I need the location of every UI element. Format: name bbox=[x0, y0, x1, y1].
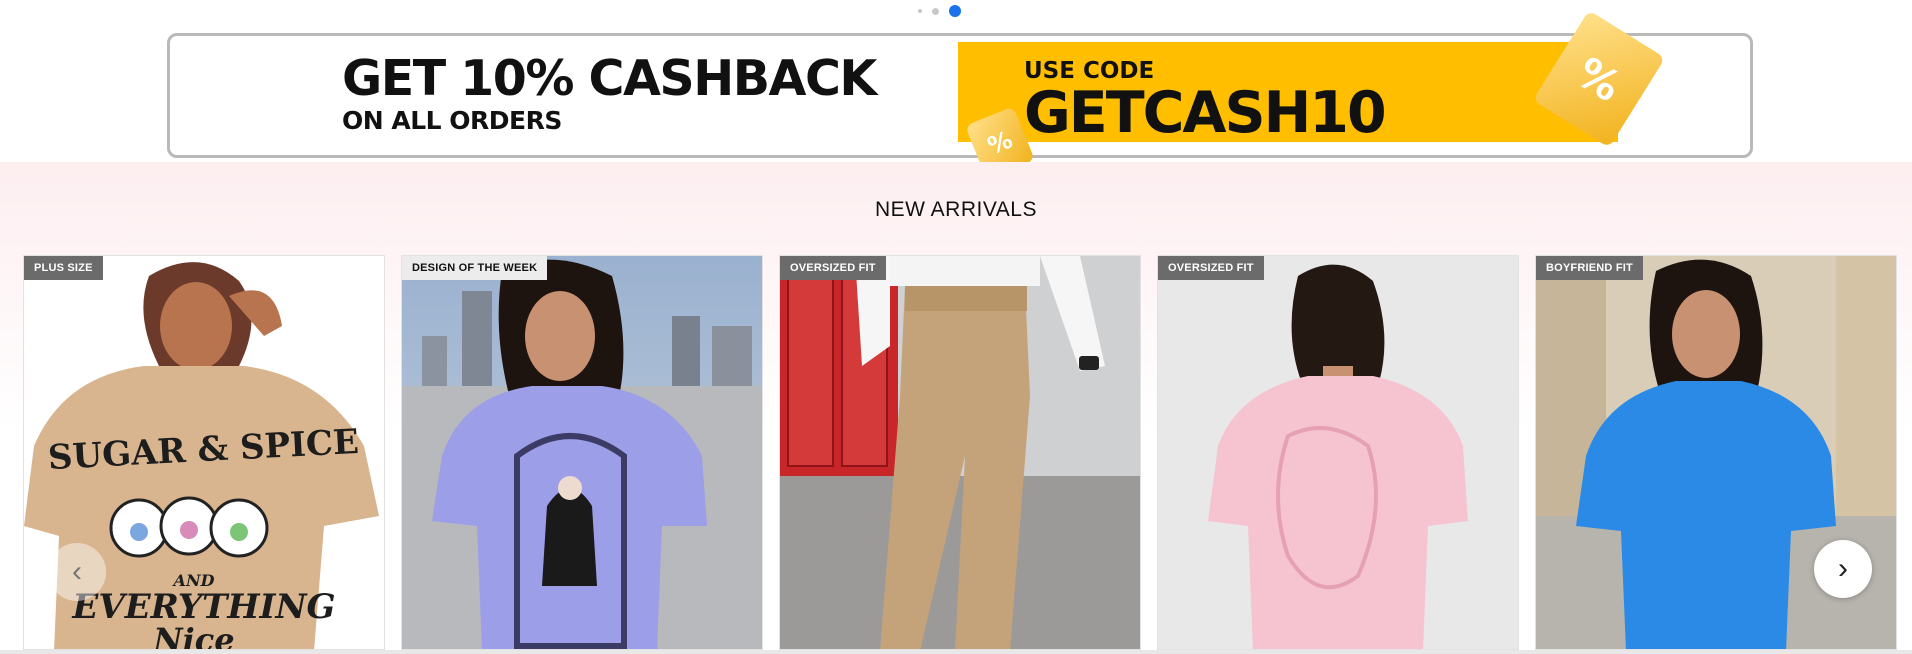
fit-tag: OVERSIZED FIT bbox=[780, 256, 886, 280]
banner-text-block: GET 10% CASHBACK ON ALL ORDERS bbox=[342, 50, 877, 136]
product-photo-beige-joggers bbox=[780, 256, 1140, 649]
product-image-2 bbox=[402, 256, 762, 649]
cashback-promo-banner[interactable]: GET 10% CASHBACK ON ALL ORDERS USE CODE … bbox=[167, 10, 1753, 180]
banner-headline: GET 10% CASHBACK bbox=[342, 50, 877, 107]
section-title: NEW ARRIVALS bbox=[875, 198, 1037, 221]
page: GET 10% CASHBACK ON ALL ORDERS USE CODE … bbox=[0, 0, 1912, 654]
carousel-next-button[interactable]: › bbox=[1814, 540, 1872, 598]
product-card-4[interactable]: OVERSIZED FIT bbox=[1157, 255, 1519, 650]
fit-tag: BOYFRIEND FIT bbox=[1536, 256, 1643, 280]
banner-subline: ON ALL ORDERS bbox=[342, 106, 562, 135]
chevron-right-icon: › bbox=[1838, 552, 1848, 585]
carousel-dots bbox=[918, 5, 961, 17]
promo-code-box: USE CODE GETCASH10 bbox=[958, 42, 1618, 146]
fit-tag: PLUS SIZE bbox=[24, 256, 103, 280]
product-photo-pink-tee bbox=[1158, 256, 1518, 649]
fit-tag: DESIGN OF THE WEEK bbox=[402, 256, 548, 280]
new-arrivals-section: NEW ARRIVALS SUGAR & SPICE AND EVERYTHIN… bbox=[0, 162, 1912, 654]
product-card-2[interactable]: DESIGN OF THE WEEK bbox=[401, 255, 763, 650]
carousel-dot-1[interactable] bbox=[918, 9, 922, 13]
promo-code-value: GETCASH10 bbox=[1024, 80, 1387, 146]
carousel-dot-2[interactable] bbox=[932, 7, 939, 15]
fit-tag: OVERSIZED FIT bbox=[1158, 256, 1264, 280]
chevron-left-icon: ‹ bbox=[72, 555, 82, 588]
bottom-divider bbox=[0, 650, 1912, 654]
carousel-prev-button[interactable]: ‹ bbox=[48, 543, 106, 601]
svg-text:Nice: Nice bbox=[152, 621, 234, 650]
product-card-3[interactable]: OVERSIZED FIT bbox=[779, 255, 1141, 650]
product-photo-lavender-tee bbox=[402, 256, 762, 649]
product-image-4 bbox=[1158, 256, 1518, 649]
product-image-3 bbox=[780, 256, 1140, 649]
carousel-dot-3-active[interactable] bbox=[949, 5, 961, 17]
